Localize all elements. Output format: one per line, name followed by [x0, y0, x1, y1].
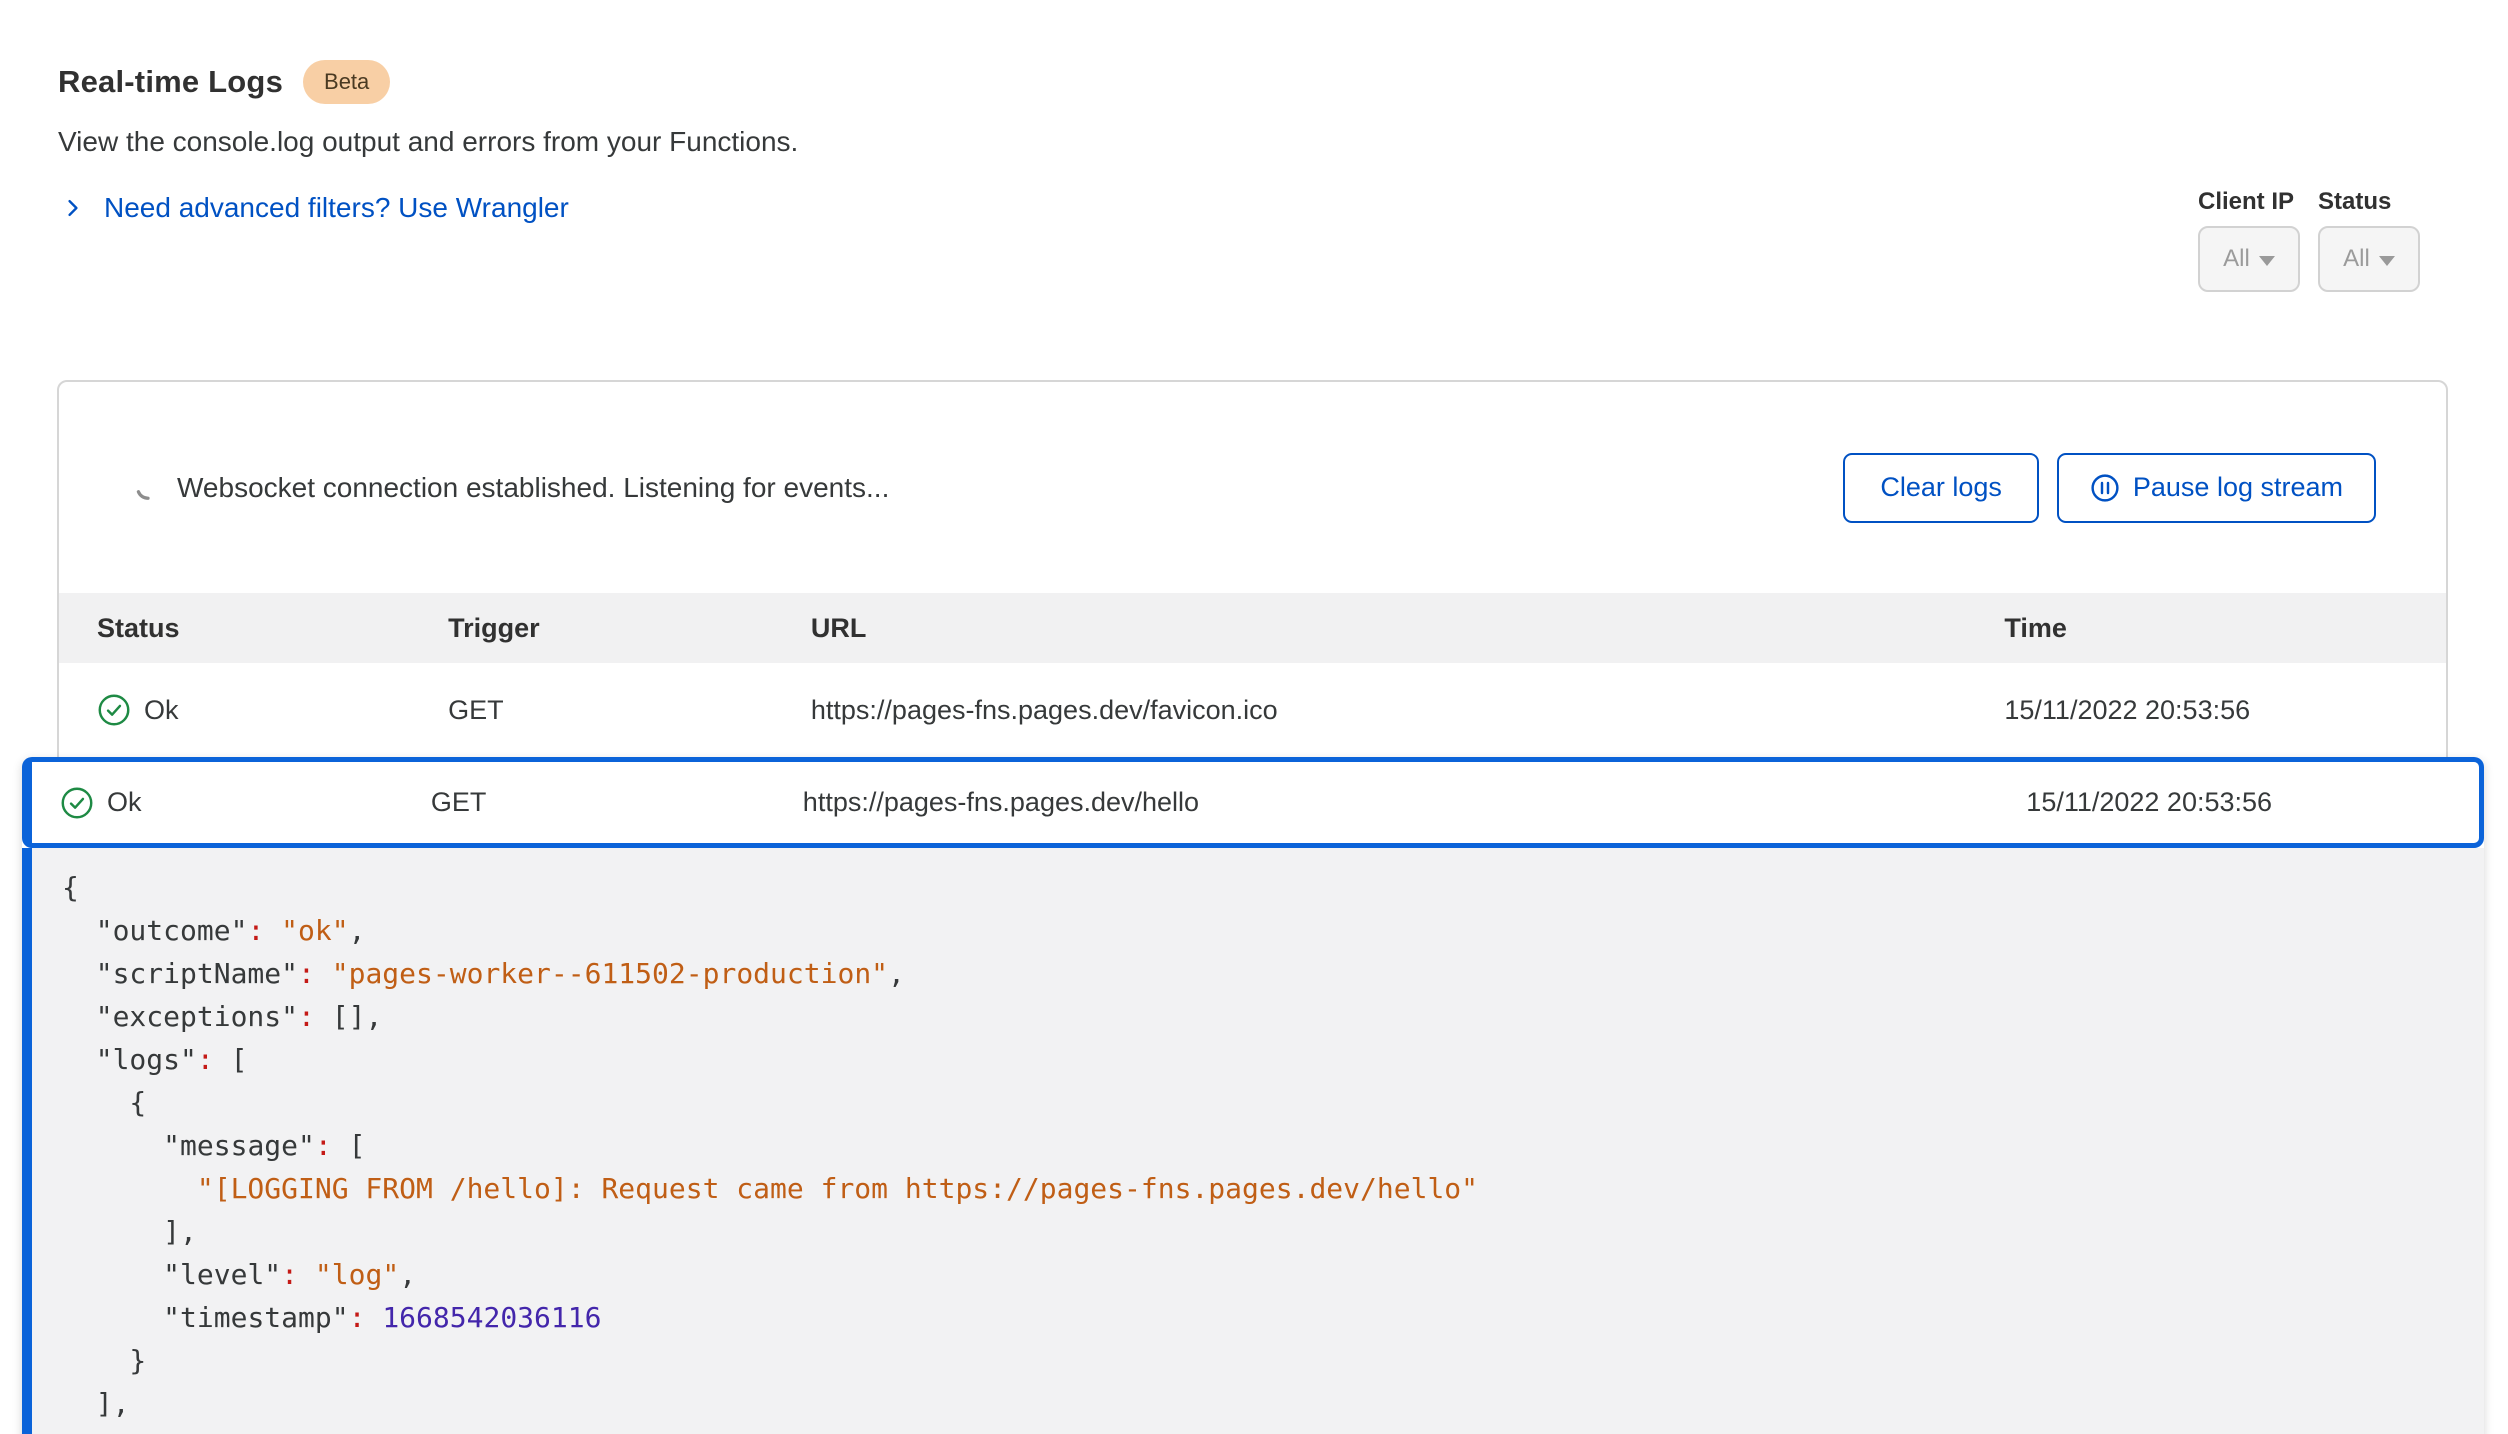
page-header: Real-time Logs Beta	[58, 60, 390, 104]
code-line: ],	[62, 1382, 2454, 1425]
websocket-status-text: Websocket connection established. Listen…	[177, 472, 889, 504]
code-line: "logs": [	[62, 1038, 2454, 1081]
client-ip-dropdown[interactable]: All	[2198, 226, 2300, 292]
caret-down-icon	[2259, 256, 2275, 266]
log-detail-panel: { "outcome": "ok", "scriptName": "pages-…	[22, 848, 2484, 1434]
check-circle-icon	[60, 786, 94, 820]
client-ip-dropdown-value: All	[2223, 245, 2250, 273]
code-line: "outcome": "ok",	[62, 909, 2454, 952]
status-text: Ok	[107, 787, 142, 818]
code-line: "message": [	[62, 1124, 2454, 1167]
logs-toolbar: Websocket connection established. Listen…	[59, 382, 2446, 593]
code-line: }	[62, 1339, 2454, 1382]
status-text: Ok	[144, 695, 179, 726]
status-dropdown[interactable]: All	[2318, 226, 2420, 292]
code-line: "exceptions": [],	[62, 995, 2454, 1038]
column-header-trigger: Trigger	[448, 593, 540, 663]
spinner-icon	[135, 475, 161, 501]
code-line: "scriptName": "pages-worker--611502-prod…	[62, 952, 2454, 995]
code-line: "[LOGGING FROM /hello]: Request came fro…	[62, 1167, 2454, 1210]
wrangler-filters-link[interactable]: Need advanced filters? Use Wrangler	[62, 192, 569, 224]
time-cell: 15/11/2022 20:53:56	[2026, 762, 2272, 843]
beta-badge: Beta	[303, 60, 390, 104]
pause-icon	[2090, 473, 2120, 503]
clear-logs-button[interactable]: Clear logs	[1843, 453, 2039, 523]
code-line: "level": "log",	[62, 1253, 2454, 1296]
code-line: "timestamp": 1668542036116	[62, 1296, 2454, 1339]
clear-logs-label: Clear logs	[1880, 472, 2002, 503]
column-header-status: Status	[97, 593, 180, 663]
page-title: Real-time Logs	[58, 64, 283, 100]
table-row[interactable]: Ok GET https://pages-fns.pages.dev/favic…	[59, 663, 2446, 757]
url-cell: https://pages-fns.pages.dev/favicon.ico	[811, 663, 1278, 757]
code-line: {	[62, 866, 2454, 909]
caret-down-icon	[2379, 256, 2395, 266]
client-ip-label: Client IP	[2198, 188, 2294, 216]
table-header-row: Status Trigger URL Time	[59, 593, 2446, 663]
trigger-cell: GET	[431, 762, 487, 843]
check-circle-icon	[97, 693, 131, 727]
time-cell: 15/11/2022 20:53:56	[2004, 663, 2250, 757]
status-label: Status	[2318, 188, 2391, 216]
column-header-time: Time	[2004, 593, 2067, 663]
pause-log-stream-label: Pause log stream	[2133, 472, 2343, 503]
url-cell: https://pages-fns.pages.dev/hello	[803, 762, 1199, 843]
status-cell: Ok	[97, 663, 179, 757]
trigger-cell: GET	[448, 663, 504, 757]
code-line: ],	[62, 1210, 2454, 1253]
code-line: {	[62, 1081, 2454, 1124]
column-header-url: URL	[811, 593, 867, 663]
status-dropdown-value: All	[2343, 245, 2370, 273]
log-detail-code: { "outcome": "ok", "scriptName": "pages-…	[62, 866, 2454, 1425]
wrangler-link-label: Need advanced filters? Use Wrangler	[104, 192, 569, 224]
table-row-expanded[interactable]: Ok GET https://pages-fns.pages.dev/hello…	[22, 757, 2484, 848]
status-cell: Ok	[60, 762, 142, 843]
page-subtitle: View the console.log output and errors f…	[58, 126, 798, 158]
expanded-log-card: Ok GET https://pages-fns.pages.dev/hello…	[22, 757, 2484, 1434]
pause-log-stream-button[interactable]: Pause log stream	[2057, 453, 2376, 523]
chevron-right-icon	[62, 197, 84, 219]
